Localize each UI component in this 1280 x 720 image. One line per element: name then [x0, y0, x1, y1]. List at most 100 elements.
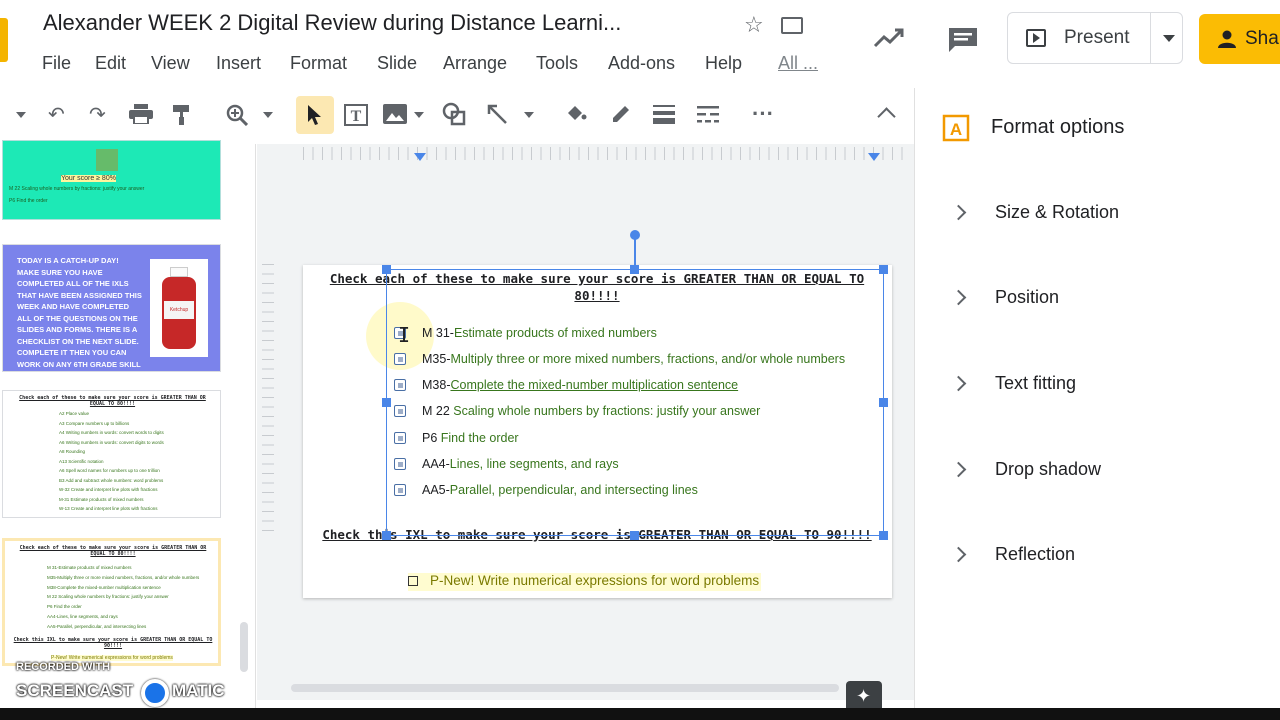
slide-thumbnail-2[interactable]: TODAY IS A CATCH-UP DAY! MAKE SURE YOU H…: [2, 244, 221, 372]
slide-thumbnail-1[interactable]: Your score ≥ 80% M 22 Scaling whole numb…: [2, 140, 221, 220]
menu-insert[interactable]: Insert: [216, 53, 261, 74]
slide-thumbnail-3[interactable]: Check each of these to make sure your sc…: [2, 390, 221, 518]
watermark-matic: MATIC: [172, 681, 225, 700]
section-size-rotation[interactable]: Size & Rotation: [995, 202, 1119, 223]
border-color-icon[interactable]: [610, 103, 632, 125]
new-slide-dropdown-icon[interactable]: [16, 112, 26, 118]
thumb3-item: A8 Rounding: [59, 449, 86, 454]
document-title[interactable]: Alexander WEEK 2 Digital Review during D…: [43, 10, 621, 36]
print-icon[interactable]: [129, 104, 153, 124]
menu-addons[interactable]: Add-ons: [608, 53, 675, 74]
menu-tools[interactable]: Tools: [536, 53, 578, 74]
thumb-line-2: P6 Find the order: [9, 198, 48, 204]
pnew-item[interactable]: P-New! Write numerical expressions for w…: [408, 573, 762, 591]
screencast-logo-icon: [141, 679, 169, 707]
watermark-recorded-with: RECORDED WITH: [16, 661, 111, 673]
resize-handle[interactable]: [382, 531, 391, 540]
zoom-icon[interactable]: [226, 104, 248, 126]
thumb3-item: A3 Compare numbers up to billions: [59, 420, 130, 426]
resize-handle[interactable]: [879, 398, 888, 407]
resize-handle[interactable]: [630, 265, 639, 274]
share-button[interactable]: Sha: [1199, 14, 1280, 64]
line-icon[interactable]: [486, 103, 508, 125]
chevron-right-icon[interactable]: [950, 461, 967, 478]
thumb3-item: W-32 Create and interpret line plots wit…: [59, 487, 158, 492]
fill-color-icon[interactable]: [565, 103, 587, 125]
more-icon[interactable]: ···: [752, 101, 774, 127]
thumb4-heading2: Check this IXL to make sure your score i…: [13, 637, 213, 649]
format-options-title: Format options: [991, 116, 1125, 138]
thumb4-item: M35-Multiply three or more mixed numbers…: [47, 574, 200, 580]
selection-box[interactable]: [386, 269, 884, 536]
thumb-catchup-text: TODAY IS A CATCH-UP DAY! MAKE SURE YOU H…: [17, 256, 142, 369]
explore-icon: ✦: [856, 686, 872, 706]
thumb4-item: M 22 Scaling whole numbers by fractions:…: [47, 594, 169, 600]
zoom-dropdown-icon[interactable]: [263, 112, 273, 118]
line-dropdown-icon[interactable]: [524, 112, 534, 118]
image-dropdown-icon[interactable]: [414, 112, 424, 118]
thumb4-item: M 31-Estimate products of mixed numbers: [47, 565, 132, 570]
present-dropdown-icon[interactable]: [1163, 35, 1175, 42]
resize-handle[interactable]: [879, 265, 888, 274]
ruler-right-indent-marker[interactable]: [868, 153, 880, 161]
chevron-right-icon[interactable]: [950, 375, 967, 392]
vertical-ruler[interactable]: [262, 264, 274, 534]
slide-filmstrip: Your score ≥ 80% M 22 Scaling whole numb…: [0, 140, 256, 720]
menu-edit[interactable]: Edit: [95, 53, 126, 74]
menu-all-changes[interactable]: All ...: [778, 53, 818, 74]
activity-trend-icon[interactable]: [873, 26, 905, 50]
image-icon[interactable]: [382, 103, 408, 125]
ketchup-label: Ketchup: [164, 301, 194, 319]
section-reflection[interactable]: Reflection: [995, 544, 1075, 565]
resize-handle[interactable]: [382, 398, 391, 407]
menu-help[interactable]: Help: [705, 53, 742, 74]
shape-icon[interactable]: [442, 102, 466, 126]
resize-handle[interactable]: [382, 265, 391, 274]
menu-slide[interactable]: Slide: [377, 53, 417, 74]
format-options-panel: A Format options Size & Rotation Positio…: [914, 88, 1280, 720]
textbox-icon[interactable]: T: [343, 103, 369, 127]
star-icon[interactable]: ☆: [744, 12, 764, 38]
svg-text:T: T: [351, 108, 362, 125]
pnew-checkbox[interactable]: [408, 576, 418, 586]
menu-view[interactable]: View: [151, 53, 190, 74]
present-icon: [1026, 29, 1046, 47]
filmstrip-scrollbar[interactable]: [240, 622, 248, 672]
screen-bottom-bar: [0, 708, 1280, 720]
resize-handle[interactable]: [879, 531, 888, 540]
horizontal-scrollbar[interactable]: [291, 684, 839, 692]
chevron-right-icon[interactable]: [950, 204, 967, 221]
border-weight-icon[interactable]: [653, 104, 675, 124]
section-drop-shadow[interactable]: Drop shadow: [995, 459, 1101, 480]
screencast-watermark: RECORDED WITH SCREENCAST MATIC: [0, 655, 240, 707]
select-icon: [308, 105, 321, 125]
border-dash-icon[interactable]: [697, 104, 719, 124]
thumb4-item: P6 Find the order: [47, 604, 82, 610]
present-button[interactable]: Present: [1007, 12, 1183, 64]
rotate-handle[interactable]: [630, 230, 640, 240]
slide-thumbnail-4-selected[interactable]: Check each of these to make sure your sc…: [2, 538, 221, 666]
format-options-icon: A: [942, 114, 970, 142]
thumb3-item: M-31 Estimate products of mixed numbers: [59, 496, 144, 502]
paint-format-icon[interactable]: [172, 104, 192, 126]
select-tool-button[interactable]: [296, 96, 334, 134]
thumb3-item: A6 Spell word names for numbers up to on…: [59, 468, 160, 473]
resize-handle[interactable]: [630, 531, 639, 540]
ruler-indent-marker[interactable]: [414, 153, 426, 161]
redo-icon[interactable]: ↷: [89, 102, 106, 127]
menu-file[interactable]: File: [42, 53, 71, 74]
chevron-right-icon[interactable]: [950, 546, 967, 563]
section-position[interactable]: Position: [995, 287, 1059, 308]
thumb3-item: B3 Add and subtract whole numbers: word …: [59, 477, 164, 483]
menu-format[interactable]: Format: [290, 53, 347, 74]
horizontal-ruler[interactable]: [303, 147, 911, 160]
undo-icon[interactable]: ↶: [48, 102, 65, 127]
thumb4-item: M38-Complete the mixed-number multiplica…: [47, 584, 161, 590]
move-to-folder-icon[interactable]: [781, 17, 803, 34]
thumb4-list: M 31-Estimate products of mixed numbers …: [47, 563, 199, 632]
menu-arrange[interactable]: Arrange: [443, 53, 507, 74]
chevron-right-icon[interactable]: [950, 289, 967, 306]
comment-icon[interactable]: [947, 26, 979, 54]
svg-text:A: A: [950, 120, 962, 139]
section-text-fitting[interactable]: Text fitting: [995, 373, 1076, 394]
